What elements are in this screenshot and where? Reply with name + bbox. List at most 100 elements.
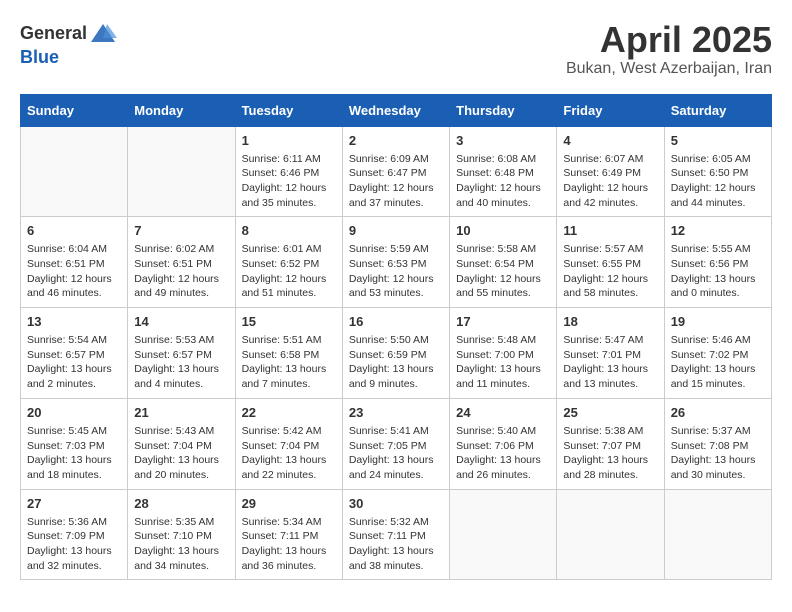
- day-number: 20: [27, 405, 121, 420]
- calendar-cell: 25 Sunrise: 5:38 AMSunset: 7:07 PMDayligh…: [557, 398, 664, 489]
- day-info: Sunrise: 5:45 AMSunset: 7:03 PMDaylight:…: [27, 424, 121, 483]
- day-number: 21: [134, 405, 228, 420]
- calendar-cell: 12 Sunrise: 5:55 AMSunset: 6:56 PMDayligh…: [664, 217, 771, 308]
- weekday-header: Wednesday: [342, 94, 449, 126]
- day-info: Sunrise: 6:07 AMSunset: 6:49 PMDaylight:…: [563, 152, 657, 211]
- calendar-cell: [450, 489, 557, 580]
- day-number: 9: [349, 223, 443, 238]
- day-number: 19: [671, 314, 765, 329]
- weekday-header: Tuesday: [235, 94, 342, 126]
- day-info: Sunrise: 6:04 AMSunset: 6:51 PMDaylight:…: [27, 242, 121, 301]
- calendar-cell: 30Sunrise: 5:32 AMSunset: 7:11 PMDayligh…: [342, 489, 449, 580]
- title-block: April 2025 Bukan, West Azerbaijan, Iran: [566, 20, 772, 78]
- calendar-cell: 18Sunrise: 5:47 AMSunset: 7:01 PMDayligh…: [557, 308, 664, 399]
- day-info: Sunrise: 5:42 AMSunset: 7:04 PMDaylight:…: [242, 424, 336, 483]
- calendar-cell: 26 Sunrise: 5:37 AMSunset: 7:08 PMDayligh…: [664, 398, 771, 489]
- calendar-cell: 7Sunrise: 6:02 AMSunset: 6:51 PMDaylight…: [128, 217, 235, 308]
- calendar-cell: 4Sunrise: 6:07 AMSunset: 6:49 PMDaylight…: [557, 126, 664, 217]
- calendar-cell: 24 Sunrise: 5:40 AMSunset: 7:06 PMDayligh…: [450, 398, 557, 489]
- day-number: 23: [349, 405, 443, 420]
- calendar-cell: 27 Sunrise: 5:36 AMSunset: 7:09 PMDayligh…: [21, 489, 128, 580]
- day-number: 1: [242, 133, 336, 148]
- calendar-cell: 8 Sunrise: 6:01 AMSunset: 6:52 PMDaylight…: [235, 217, 342, 308]
- calendar-cell: 3 Sunrise: 6:08 AMSunset: 6:48 PMDaylight…: [450, 126, 557, 217]
- calendar-cell: [664, 489, 771, 580]
- day-info: Sunrise: 6:01 AMSunset: 6:52 PMDaylight:…: [242, 242, 336, 301]
- day-info: Sunrise: 5:48 AMSunset: 7:00 PMDaylight:…: [456, 333, 550, 392]
- day-number: 3: [456, 133, 550, 148]
- calendar-cell: 19 Sunrise: 5:46 AMSunset: 7:02 PMDayligh…: [664, 308, 771, 399]
- calendar-cell: 21 Sunrise: 5:43 AMSunset: 7:04 PMDayligh…: [128, 398, 235, 489]
- day-info: Sunrise: 6:05 AMSunset: 6:50 PMDaylight:…: [671, 152, 765, 211]
- calendar-table: SundayMondayTuesdayWednesdayThursdayFrid…: [20, 94, 772, 581]
- day-number: 11: [563, 223, 657, 238]
- logo-blue: Blue: [20, 48, 59, 68]
- day-info: Sunrise: 5:36 AMSunset: 7:09 PMDaylight:…: [27, 515, 121, 574]
- day-info: Sunrise: 5:37 AMSunset: 7:08 PMDaylight:…: [671, 424, 765, 483]
- day-number: 18: [563, 314, 657, 329]
- calendar-week-row: 13 Sunrise: 5:54 AMSunset: 6:57 PMDayligh…: [21, 308, 772, 399]
- calendar-cell: 20 Sunrise: 5:45 AMSunset: 7:03 PMDayligh…: [21, 398, 128, 489]
- day-info: Sunrise: 5:54 AMSunset: 6:57 PMDaylight:…: [27, 333, 121, 392]
- calendar-cell: 11Sunrise: 5:57 AMSunset: 6:55 PMDayligh…: [557, 217, 664, 308]
- calendar-cell: 28Sunrise: 5:35 AMSunset: 7:10 PMDayligh…: [128, 489, 235, 580]
- day-number: 27: [27, 496, 121, 511]
- day-number: 22: [242, 405, 336, 420]
- calendar-cell: [21, 126, 128, 217]
- day-info: Sunrise: 5:41 AMSunset: 7:05 PMDaylight:…: [349, 424, 443, 483]
- day-info: Sunrise: 5:40 AMSunset: 7:06 PMDaylight:…: [456, 424, 550, 483]
- calendar-cell: 14 Sunrise: 5:53 AMSunset: 6:57 PMDayligh…: [128, 308, 235, 399]
- location-title: Bukan, West Azerbaijan, Iran: [566, 60, 772, 78]
- day-info: Sunrise: 5:50 AMSunset: 6:59 PMDaylight:…: [349, 333, 443, 392]
- calendar-cell: 9 Sunrise: 5:59 AMSunset: 6:53 PMDaylight…: [342, 217, 449, 308]
- day-info: Sunrise: 5:53 AMSunset: 6:57 PMDaylight:…: [134, 333, 228, 392]
- day-info: Sunrise: 5:58 AMSunset: 6:54 PMDaylight:…: [456, 242, 550, 301]
- day-number: 8: [242, 223, 336, 238]
- day-number: 29: [242, 496, 336, 511]
- day-info: Sunrise: 5:34 AMSunset: 7:11 PMDaylight:…: [242, 515, 336, 574]
- day-info: Sunrise: 6:02 AMSunset: 6:51 PMDaylight:…: [134, 242, 228, 301]
- calendar-cell: 2 Sunrise: 6:09 AMSunset: 6:47 PMDaylight…: [342, 126, 449, 217]
- day-number: 13: [27, 314, 121, 329]
- calendar-cell: [557, 489, 664, 580]
- calendar-cell: 16Sunrise: 5:50 AMSunset: 6:59 PMDayligh…: [342, 308, 449, 399]
- calendar-week-row: 1 Sunrise: 6:11 AMSunset: 6:46 PMDaylight…: [21, 126, 772, 217]
- calendar-cell: 10 Sunrise: 5:58 AMSunset: 6:54 PMDayligh…: [450, 217, 557, 308]
- day-info: Sunrise: 6:08 AMSunset: 6:48 PMDaylight:…: [456, 152, 550, 211]
- day-info: Sunrise: 5:32 AMSunset: 7:11 PMDaylight:…: [349, 515, 443, 574]
- month-title: April 2025: [566, 20, 772, 60]
- day-number: 25: [563, 405, 657, 420]
- calendar-cell: 15Sunrise: 5:51 AMSunset: 6:58 PMDayligh…: [235, 308, 342, 399]
- calendar-week-row: 20 Sunrise: 5:45 AMSunset: 7:03 PMDayligh…: [21, 398, 772, 489]
- calendar-cell: 22 Sunrise: 5:42 AMSunset: 7:04 PMDayligh…: [235, 398, 342, 489]
- day-info: Sunrise: 5:38 AMSunset: 7:07 PMDaylight:…: [563, 424, 657, 483]
- calendar-cell: 6 Sunrise: 6:04 AMSunset: 6:51 PMDaylight…: [21, 217, 128, 308]
- day-number: 2: [349, 133, 443, 148]
- weekday-header: Thursday: [450, 94, 557, 126]
- weekday-header: Friday: [557, 94, 664, 126]
- weekday-header: Saturday: [664, 94, 771, 126]
- day-info: Sunrise: 6:11 AMSunset: 6:46 PMDaylight:…: [242, 152, 336, 211]
- calendar-week-row: 27 Sunrise: 5:36 AMSunset: 7:09 PMDayligh…: [21, 489, 772, 580]
- logo: General Blue: [20, 20, 117, 68]
- day-number: 17: [456, 314, 550, 329]
- calendar-cell: 5 Sunrise: 6:05 AMSunset: 6:50 PMDaylight…: [664, 126, 771, 217]
- page-header: General Blue April 2025 Bukan, West Azer…: [20, 20, 772, 78]
- day-info: Sunrise: 5:46 AMSunset: 7:02 PMDaylight:…: [671, 333, 765, 392]
- calendar-cell: 29 Sunrise: 5:34 AMSunset: 7:11 PMDayligh…: [235, 489, 342, 580]
- day-number: 24: [456, 405, 550, 420]
- logo-icon: [89, 20, 117, 48]
- day-info: Sunrise: 6:09 AMSunset: 6:47 PMDaylight:…: [349, 152, 443, 211]
- logo-general: General: [20, 24, 87, 44]
- day-info: Sunrise: 5:43 AMSunset: 7:04 PMDaylight:…: [134, 424, 228, 483]
- day-number: 26: [671, 405, 765, 420]
- day-number: 5: [671, 133, 765, 148]
- day-number: 14: [134, 314, 228, 329]
- day-info: Sunrise: 5:59 AMSunset: 6:53 PMDaylight:…: [349, 242, 443, 301]
- day-number: 6: [27, 223, 121, 238]
- weekday-header: Monday: [128, 94, 235, 126]
- day-info: Sunrise: 5:55 AMSunset: 6:56 PMDaylight:…: [671, 242, 765, 301]
- day-number: 12: [671, 223, 765, 238]
- calendar-cell: [128, 126, 235, 217]
- day-number: 10: [456, 223, 550, 238]
